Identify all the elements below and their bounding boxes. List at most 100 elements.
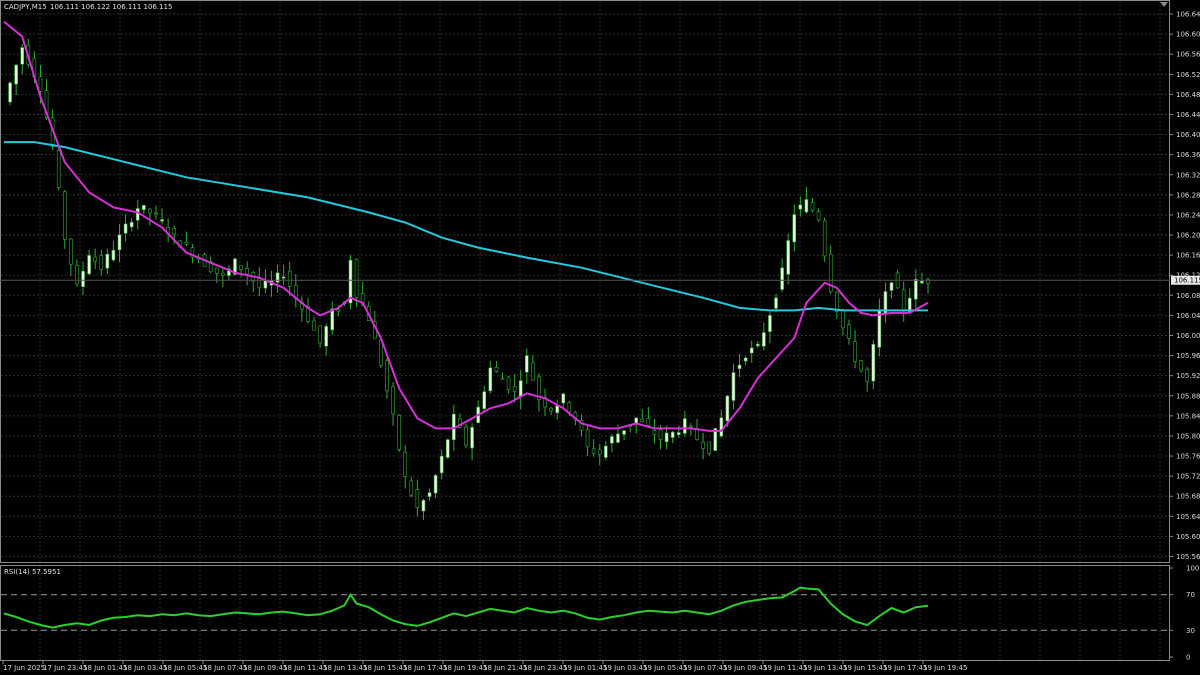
time-tick-label: 18 Jun 11:45 xyxy=(283,664,327,672)
candle-body xyxy=(859,360,863,372)
time-tick-label: 19 Jun 03:45 xyxy=(603,664,647,672)
candle-body xyxy=(658,429,663,440)
price-tick-label: 106.245 xyxy=(1176,211,1200,219)
candle-body xyxy=(768,315,772,332)
candle-body xyxy=(664,432,669,443)
candle-body xyxy=(889,282,894,291)
price-tick-label: 106.325 xyxy=(1176,171,1200,179)
candle-body xyxy=(798,204,803,210)
candle-body xyxy=(470,427,474,449)
candle-body xyxy=(62,191,67,240)
candle-body xyxy=(737,364,742,369)
candle-body xyxy=(336,309,341,312)
candle-body xyxy=(142,205,146,211)
candle-body xyxy=(646,418,651,426)
candle-body xyxy=(841,309,845,329)
candle-body xyxy=(93,256,97,262)
price-tick-label: 106.485 xyxy=(1176,91,1200,99)
price-tick-label: 106.405 xyxy=(1176,131,1200,139)
time-tick-label: 19 Jun 01:45 xyxy=(563,664,607,672)
time-tick-label: 18 Jun 13:45 xyxy=(323,664,367,672)
candle xyxy=(859,359,863,373)
time-tick-label: 18 Jun 01:45 xyxy=(83,664,127,672)
candle-body xyxy=(154,212,158,215)
candle-body xyxy=(871,344,876,382)
candle-body xyxy=(99,255,104,270)
time-tick-label: 18 Jun 03:45 xyxy=(123,664,167,672)
candle-body xyxy=(616,433,620,443)
price-tick-label: 106.565 xyxy=(1176,51,1200,59)
price-tick-label: 106.445 xyxy=(1176,111,1200,119)
time-tick-label: 18 Jun 07:45 xyxy=(203,664,247,672)
candle-body xyxy=(604,445,608,458)
candle-body xyxy=(689,425,693,428)
candle-body xyxy=(427,492,432,497)
price-tick-label: 106.645 xyxy=(1176,11,1200,19)
candle-body xyxy=(160,219,164,222)
candle-body xyxy=(901,289,906,311)
candle-body xyxy=(409,480,414,496)
candle-body xyxy=(75,264,79,285)
candle xyxy=(822,217,827,263)
candle-body xyxy=(920,280,924,284)
candle-body xyxy=(464,426,468,446)
time-tick-label: 17 Jun 23:45 xyxy=(43,664,87,672)
candle-body xyxy=(172,228,177,235)
candle-body xyxy=(69,238,73,265)
candle-body xyxy=(743,357,748,362)
candle-body xyxy=(701,441,705,449)
candle-body xyxy=(129,221,134,228)
candle-body xyxy=(810,202,815,211)
candle-body xyxy=(14,64,18,85)
candle-body xyxy=(397,415,401,450)
candle-body xyxy=(117,234,122,251)
candle-body xyxy=(391,386,395,415)
price-tick-label: 105.965 xyxy=(1176,352,1200,360)
candle-body xyxy=(415,489,420,508)
candle-body xyxy=(221,272,225,276)
candle-body xyxy=(318,325,322,344)
price-tick-label: 105.645 xyxy=(1176,513,1200,521)
candle-body xyxy=(719,417,724,437)
candle-body xyxy=(38,76,43,92)
time-tick-label: 19 Jun 17:45 xyxy=(883,664,927,672)
candle-body xyxy=(749,347,754,354)
candle xyxy=(8,81,12,106)
candle-body xyxy=(786,240,790,275)
price-tick-label: 105.765 xyxy=(1176,453,1200,461)
price-tick-label: 105.725 xyxy=(1176,473,1200,481)
candle-body xyxy=(245,267,249,275)
time-tick-label: 18 Jun 21:45 xyxy=(483,664,527,672)
time-tick-label: 19 Jun 09:45 xyxy=(723,664,767,672)
current-price-value: 106.115 xyxy=(1174,277,1200,285)
time-tick-label: 19 Jun 13:45 xyxy=(803,664,847,672)
candle-body xyxy=(123,223,128,234)
candle-body xyxy=(652,430,657,435)
candle-body xyxy=(622,430,626,435)
candle-body xyxy=(822,220,827,257)
candle-body xyxy=(421,500,426,512)
price-tick-label: 106.005 xyxy=(1176,332,1200,340)
candle-body xyxy=(385,360,389,392)
price-tick-label: 105.845 xyxy=(1176,412,1200,420)
candle-body xyxy=(81,270,85,288)
candle xyxy=(348,255,353,310)
candle-body xyxy=(287,270,292,287)
price-tick-label: 106.205 xyxy=(1176,232,1200,240)
ohlc-values: 106.111 106.122 106.111 106.115 xyxy=(50,3,172,11)
time-tick-label: 18 Jun 23:45 xyxy=(523,664,567,672)
candle xyxy=(397,414,401,453)
price-tick-label: 106.605 xyxy=(1176,31,1200,39)
time-tick-label: 18 Jun 05:45 xyxy=(163,664,207,672)
price-tick-label: 106.525 xyxy=(1176,71,1200,79)
candle-body xyxy=(439,455,444,474)
candle-body xyxy=(792,214,797,243)
candle-body xyxy=(379,339,383,366)
candle-body xyxy=(597,449,602,455)
candle-body xyxy=(531,362,535,381)
candle-body xyxy=(774,297,778,309)
candle-body xyxy=(835,291,839,312)
price-tick-label: 105.605 xyxy=(1176,533,1200,541)
candle-body xyxy=(561,393,566,404)
price-tick-label: 105.805 xyxy=(1176,432,1200,440)
